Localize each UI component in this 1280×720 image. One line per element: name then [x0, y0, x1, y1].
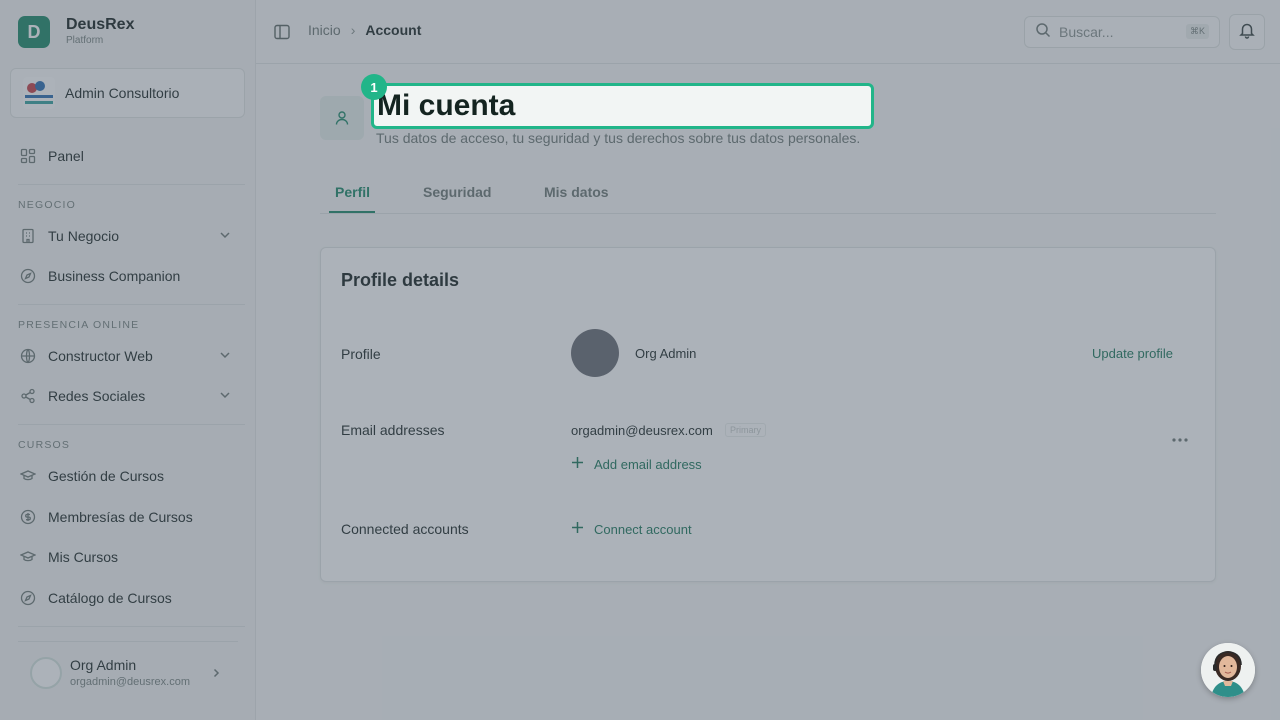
sidebar-item-label: Constructor Web: [48, 348, 153, 364]
sidebar-item-constructor-web[interactable]: Constructor Web: [18, 341, 238, 371]
graduation-cap-icon: [18, 466, 38, 486]
brand-subtitle: Platform: [66, 35, 104, 46]
breadcrumb-home[interactable]: Inicio: [308, 22, 341, 38]
tour-step-badge: 1: [361, 74, 387, 100]
sidebar-item-label: Gestión de Cursos: [48, 468, 164, 484]
search-icon: [1035, 22, 1051, 43]
sidebar-item-label: Tu Negocio: [48, 228, 120, 244]
sidebar-item-business-companion[interactable]: Business Companion: [18, 261, 238, 291]
sidebar-item-gestion-de-cursos[interactable]: Gestión de Cursos: [18, 461, 238, 491]
breadcrumb-separator: ›: [350, 22, 356, 38]
divider: [18, 626, 245, 627]
sidebar-item-label: Business Companion: [48, 268, 181, 284]
sidebar-item-tu-negocio[interactable]: Tu Negocio: [18, 221, 238, 251]
globe-icon: [18, 346, 38, 366]
sidebar-item-redes-sociales[interactable]: Redes Sociales: [18, 381, 238, 411]
sidebar-item-mis-cursos[interactable]: Mis Cursos: [18, 542, 238, 572]
search-shortcut: ⌘K: [1185, 24, 1209, 39]
chevron-right-icon: [210, 666, 222, 684]
sidebar-item-label: Redes Sociales: [48, 388, 146, 404]
divider: [18, 184, 245, 185]
card-title: Profile details: [341, 270, 460, 290]
assistant-avatar-icon: [1201, 643, 1255, 697]
user-menu[interactable]: Org Admin orgadmin@deusrex.com: [18, 641, 238, 703]
sidebar-item-label: Mis Cursos: [48, 549, 119, 565]
breadcrumb: Inicio › Account: [308, 22, 421, 38]
user-name: Org Admin: [70, 656, 137, 673]
sidebar-item-label: Panel: [48, 148, 84, 164]
divider: [18, 304, 245, 305]
organization-name: Admin Consultorio: [65, 85, 180, 101]
page-title: Mi cuenta: [377, 89, 516, 122]
update-profile-button[interactable]: Update profile: [1092, 346, 1173, 361]
sidebar-toggle-icon[interactable]: [273, 23, 291, 46]
user-icon: [320, 96, 364, 140]
assistant-avatar-button[interactable]: [1201, 643, 1255, 697]
profile-label: Profile: [341, 346, 381, 362]
bell-icon: [1238, 21, 1256, 44]
chevron-down-icon[interactable]: [218, 228, 232, 245]
compass-icon: [18, 588, 38, 608]
plus-icon: [571, 521, 584, 537]
user-email: orgadmin@deusrex.com: [70, 675, 190, 688]
active-tab-indicator: [329, 211, 375, 213]
sidebar-item-catalogo-de-cursos[interactable]: Catálogo de Cursos: [18, 583, 238, 613]
chevron-down-icon[interactable]: [218, 348, 232, 365]
connected-accounts-label: Connected accounts: [341, 521, 469, 537]
page-subtitle: Tus datos de acceso, tu seguridad y tus …: [376, 130, 861, 146]
search-input[interactable]: Buscar... ⌘K: [1024, 16, 1220, 48]
tab-mis-datos[interactable]: Mis datos: [544, 184, 609, 200]
sidebar-item-label: Membresías de Cursos: [48, 509, 193, 525]
notifications-button[interactable]: [1229, 14, 1265, 50]
building-icon: [18, 226, 38, 246]
sidebar-item-panel[interactable]: Panel: [18, 141, 238, 171]
topbar: Inicio › Account Buscar... ⌘K: [256, 0, 1280, 64]
avatar: [30, 656, 62, 689]
brand[interactable]: D DeusRex Platform: [18, 16, 134, 48]
compass-icon: [18, 266, 38, 286]
tabs: Perfil Seguridad Mis datos: [320, 176, 1216, 214]
profile-name: Org Admin: [635, 346, 697, 361]
add-email-address-button[interactable]: Add email address: [571, 456, 702, 472]
email-address: orgadmin@deusrex.com: [571, 423, 713, 438]
add-email-label: Add email address: [594, 456, 702, 472]
divider: [18, 424, 245, 425]
sidebar: D DeusRex Platform Admin Consultorio Pan…: [0, 0, 256, 720]
section-label-cursos: CURSOS: [18, 439, 71, 451]
connect-account-button[interactable]: Connect account: [571, 521, 692, 537]
brand-name: DeusRex: [66, 16, 135, 33]
search-placeholder: Buscar...: [1059, 24, 1114, 40]
section-label-negocio: NEGOCIO: [18, 199, 76, 211]
chevron-down-icon[interactable]: [218, 388, 232, 405]
graduation-cap-icon: [18, 547, 38, 567]
organization-switcher[interactable]: Admin Consultorio: [10, 68, 245, 118]
tab-perfil[interactable]: Perfil: [335, 184, 370, 200]
plus-icon: [571, 456, 584, 472]
email-addresses-label: Email addresses: [341, 422, 445, 438]
more-options-icon[interactable]: [1172, 429, 1188, 447]
avatar: [571, 329, 619, 377]
sidebar-item-membresias-de-cursos[interactable]: Membresías de Cursos: [18, 502, 238, 532]
profile-details-card: Profile details Profile Org Admin Update…: [320, 247, 1216, 582]
dollar-circle-icon: [18, 507, 38, 527]
sidebar-item-label: Catálogo de Cursos: [48, 590, 172, 606]
organization-logo: [23, 77, 55, 109]
tour-highlight: Mi cuenta: [371, 83, 874, 129]
dashboard-icon: [18, 146, 38, 166]
share-icon: [18, 386, 38, 406]
primary-badge: Primary: [725, 423, 766, 437]
connect-account-label: Connect account: [594, 521, 692, 537]
brand-logo: D: [18, 16, 50, 48]
tab-seguridad[interactable]: Seguridad: [423, 184, 491, 200]
breadcrumb-current: Account: [365, 22, 422, 38]
section-label-presencia-online: PRESENCIA ONLINE: [18, 319, 140, 331]
